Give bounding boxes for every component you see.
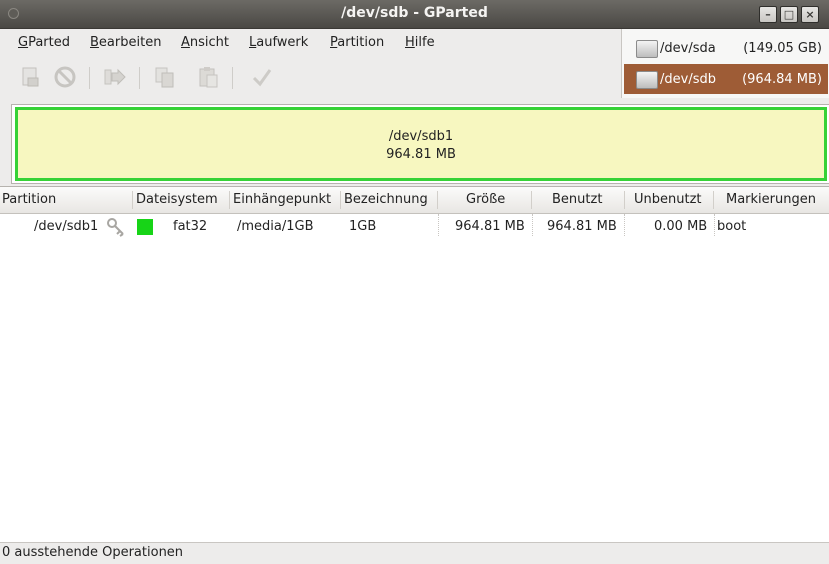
gparted-window: /dev/sdb - GParted – □ × GParted Bearbei…: [0, 0, 829, 564]
column-divider[interactable]: [132, 191, 133, 209]
pending-operations-status: 0 ausstehende Operationen: [2, 545, 184, 560]
window-title: /dev/sdb - GParted: [341, 5, 488, 21]
new-partition-button[interactable]: [18, 65, 42, 89]
device-item-sda[interactable]: /dev/sda (149.05 GB): [624, 33, 828, 63]
menu-ansicht[interactable]: Ansicht: [181, 35, 229, 50]
menu-gparted[interactable]: GParted: [18, 35, 70, 50]
toolbar-separator: [232, 67, 233, 89]
menu-hilfe-rest: ilfe: [414, 35, 435, 50]
partition-table: Partition Dateisystem Einhängepunkt Beze…: [0, 186, 829, 543]
filesystem-color-swatch: [137, 219, 153, 235]
menu-bearbeiten-mnemonic: B: [90, 35, 99, 50]
menu-partition-rest: artition: [337, 35, 385, 50]
apply-icon: [252, 69, 272, 87]
toolbar-separator: [139, 67, 140, 89]
column-divider[interactable]: [531, 191, 532, 209]
device-size: (964.84 MB): [742, 72, 822, 87]
column-guide: [714, 214, 716, 236]
cell-label: 1GB: [349, 219, 377, 234]
column-divider[interactable]: [624, 191, 625, 209]
column-divider[interactable]: [340, 191, 341, 209]
status-bar: 0 ausstehende Operationen: [0, 542, 829, 564]
menu-ansicht-rest: nsicht: [189, 35, 230, 50]
paste-button[interactable]: [196, 65, 220, 89]
delete-partition-button[interactable]: [53, 65, 77, 89]
table-header: Partition Dateisystem Einhängepunkt Beze…: [0, 187, 829, 214]
menu-gparted-mnemonic: G: [18, 35, 29, 50]
cell-used: 964.81 MB: [547, 219, 617, 234]
menu-hilfe-mnemonic: H: [405, 35, 415, 50]
cell-partition: /dev/sdb1: [34, 219, 99, 234]
cell-flags: boot: [717, 219, 747, 234]
new-partition-icon: [22, 67, 39, 87]
menu-ansicht-mnemonic: A: [181, 35, 190, 50]
column-header-mountpoint[interactable]: Einhängepunkt: [233, 192, 331, 207]
toolbar: [0, 59, 620, 97]
toolbar-separator: [89, 67, 90, 89]
delete-partition-icon: [54, 66, 76, 88]
column-divider[interactable]: [713, 191, 714, 209]
column-header-filesystem[interactable]: Dateisystem: [136, 192, 218, 207]
menu-partition[interactable]: Partition: [330, 35, 384, 50]
key-icon: [107, 218, 124, 237]
column-header-used[interactable]: Benutzt: [552, 192, 602, 207]
copy-icon: [155, 67, 174, 88]
column-header-size[interactable]: Größe: [466, 192, 505, 207]
maximize-button[interactable]: □: [780, 6, 798, 23]
column-guide: [624, 214, 626, 236]
menu-bearbeiten-rest: earbeiten: [98, 35, 162, 50]
menu-bearbeiten[interactable]: Bearbeiten: [90, 35, 161, 50]
partition-block-sdb1[interactable]: /dev/sdb1 964.81 MB: [15, 107, 827, 181]
device-item-sdb[interactable]: /dev/sdb (964.84 MB): [624, 64, 828, 94]
column-divider[interactable]: [437, 191, 438, 209]
hard-disk-icon: [636, 71, 658, 89]
resize-move-icon: [104, 68, 126, 86]
paste-icon: [199, 67, 218, 88]
cell-unused: 0.00 MB: [654, 219, 708, 234]
resize-move-button[interactable]: [103, 65, 127, 89]
device-name: /dev/sda: [660, 41, 716, 56]
device-selector[interactable]: /dev/sda (149.05 GB) /dev/sdb (964.84 MB…: [621, 29, 829, 98]
column-guide: [532, 214, 534, 236]
title-bar: /dev/sdb - GParted – □ ×: [0, 0, 829, 29]
cell-size: 964.81 MB: [455, 219, 525, 234]
column-header-partition[interactable]: Partition: [2, 192, 56, 207]
cell-mountpoint: /media/1GB: [237, 219, 314, 234]
menu-hilfe[interactable]: Hilfe: [405, 35, 435, 50]
partition-block-name: /dev/sdb1: [388, 129, 454, 144]
column-header-flags[interactable]: Markierungen: [726, 192, 816, 207]
menu-laufwerk[interactable]: Laufwerk: [249, 35, 308, 50]
close-button[interactable]: ×: [801, 6, 819, 23]
column-guide: [438, 214, 440, 236]
cell-filesystem: fat32: [173, 219, 208, 234]
apply-button[interactable]: [250, 65, 274, 89]
column-header-label[interactable]: Bezeichnung: [344, 192, 428, 207]
device-size: (149.05 GB): [743, 41, 822, 56]
menu-bar: GParted Bearbeiten Ansicht Laufwerk Part…: [0, 29, 620, 55]
table-row[interactable]: /dev/sdb1 fat32 /media/1GB 1GB 964.81 MB…: [0, 214, 829, 240]
menu-laufwerk-rest: aufwerk: [256, 35, 309, 50]
column-header-unused[interactable]: Unbenutzt: [634, 192, 702, 207]
menu-gparted-rest: Parted: [28, 35, 70, 50]
partition-visualization: /dev/sdb1 964.81 MB: [11, 104, 829, 184]
column-divider[interactable]: [229, 191, 230, 209]
copy-button[interactable]: [153, 65, 177, 89]
partition-block-size: 964.81 MB: [386, 147, 456, 162]
minimize-button[interactable]: –: [759, 6, 777, 23]
hard-disk-icon: [636, 40, 658, 58]
device-name: /dev/sdb: [660, 72, 716, 87]
